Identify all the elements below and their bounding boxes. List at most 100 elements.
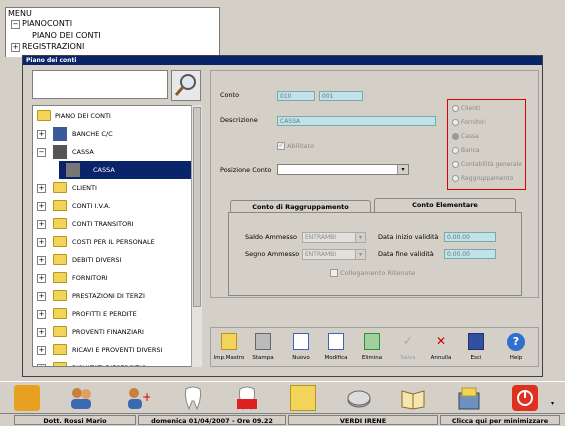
posizione-select[interactable]: ▾ xyxy=(277,164,409,175)
tab-panel: Saldo Ammesso ENTRAMBI ▾ Segno Ammesso E… xyxy=(228,212,522,296)
add-user-icon[interactable]: + xyxy=(124,385,152,411)
menu-item-registrazioni[interactable]: + REGISTRAZIONI xyxy=(11,42,84,52)
tree-item[interactable]: + COSTI PER IL PERSONALE xyxy=(33,233,193,251)
tree-item[interactable]: − CASSA xyxy=(33,143,193,161)
expand-icon[interactable]: + xyxy=(37,256,46,265)
archive-icon[interactable] xyxy=(456,385,482,411)
account-tree[interactable]: PIANO DEI CONTI + BANCHE C/C − CASSA CAS… xyxy=(32,105,202,367)
disc-icon[interactable] xyxy=(346,385,372,411)
tree-item-selected[interactable]: CASSA xyxy=(59,161,194,179)
tree-item[interactable]: + DEBITI DIVERSI xyxy=(33,251,193,269)
descrizione-label: Descrizione xyxy=(220,116,258,124)
data-fine-field[interactable]: 0.00.00 xyxy=(444,249,496,259)
tab-conto-di-raggruppamento[interactable]: Conto di Raggruppamento xyxy=(230,200,371,212)
tree-item[interactable]: + CONTI I.V.A. xyxy=(33,197,193,215)
expand-icon[interactable]: + xyxy=(37,130,46,139)
expand-icon[interactable]: + xyxy=(37,292,46,301)
overflow-arrow-icon[interactable]: ▾ xyxy=(551,400,554,407)
conto-field-2[interactable]: 001 xyxy=(319,91,363,101)
expand-icon[interactable]: + xyxy=(37,328,46,337)
chevron-down-icon[interactable]: ▾ xyxy=(355,250,365,259)
radio-contabilita-generale[interactable]: Contabilità generale xyxy=(452,161,522,168)
expand-icon[interactable]: + xyxy=(37,220,46,229)
abilitato-checkbox[interactable]: ✓ Abilitato xyxy=(277,142,314,150)
data-fine-label: Data fine validità xyxy=(378,250,434,258)
radio-fornitori[interactable]: Fornitori xyxy=(452,119,486,126)
tree-item[interactable]: + CONTI TRANSITORI xyxy=(33,215,193,233)
minimize-button[interactable]: Clicca qui per minimizzare xyxy=(440,415,560,425)
folder-icon[interactable] xyxy=(290,385,316,411)
expand-icon[interactable]: + xyxy=(37,346,46,355)
stampa-button[interactable]: Stampa xyxy=(245,330,281,366)
expand-icon[interactable]: + xyxy=(37,184,46,193)
tree-item[interactable]: + RICAVI E PROVENTI DIVERSI xyxy=(33,341,193,359)
modifica-button[interactable]: Modifica xyxy=(318,330,354,366)
menu-item-pianoconti[interactable]: − PIANOCONTI xyxy=(11,19,72,29)
annulla-button[interactable]: ✕ Annulla xyxy=(423,330,459,366)
imp-mastro-button[interactable]: Imp.Mastro xyxy=(211,330,247,366)
key-icon[interactable] xyxy=(14,385,40,411)
scrollbar-thumb[interactable] xyxy=(193,107,201,307)
posizione-label: Posizione Conto xyxy=(220,166,272,174)
chevron-down-icon[interactable]: ▾ xyxy=(355,233,365,242)
tree-item[interactable]: + FORNITORI xyxy=(33,269,193,287)
checkmark-icon: ✓ xyxy=(402,334,414,349)
status-patient: VERDI IRENE xyxy=(288,415,438,425)
tree-item[interactable]: + PROFITTI E PERDITE xyxy=(33,305,193,323)
status-date: domenica 01/04/2007 - Ore 09.22 xyxy=(138,415,286,425)
expand-icon[interactable]: + xyxy=(37,310,46,319)
tree-item[interactable]: + PROVENTI FINANZIARI xyxy=(33,323,193,341)
exit-door-icon xyxy=(468,333,484,350)
menu-item-piano-dei-conti[interactable]: PIANO DEI CONTI xyxy=(32,31,101,40)
tree-item[interactable]: + CLIENTI xyxy=(33,179,193,197)
expand-icon[interactable]: + xyxy=(37,364,46,366)
help-button[interactable]: ? Help xyxy=(498,330,534,366)
radio-raggruppamento[interactable]: Raggruppamento xyxy=(452,175,513,182)
help-icon: ? xyxy=(507,333,525,351)
search-button[interactable] xyxy=(171,70,201,101)
tooth-red-icon[interactable] xyxy=(234,385,260,411)
radio-clienti[interactable]: Clienti xyxy=(452,105,480,112)
elimina-button[interactable]: Elimina xyxy=(354,330,390,366)
trash-icon xyxy=(364,333,380,350)
tree-item[interactable]: + PRESTAZIONI DI TERZI xyxy=(33,287,193,305)
saldo-ammesso-select[interactable]: ENTRAMBI ▾ xyxy=(302,232,366,243)
folder-icon xyxy=(37,110,51,121)
printer-icon xyxy=(255,333,271,350)
expand-icon[interactable]: + xyxy=(11,43,20,52)
nuovo-button[interactable]: Nuovo xyxy=(283,330,319,366)
esci-button[interactable]: Esci xyxy=(458,330,494,366)
collapse-icon[interactable]: − xyxy=(37,148,46,157)
radio-cassa[interactable]: Cassa xyxy=(452,133,479,140)
checkbox-box xyxy=(330,269,338,277)
tooth-icon[interactable] xyxy=(180,385,206,411)
expand-icon[interactable]: + xyxy=(37,238,46,247)
collapse-icon[interactable]: − xyxy=(11,20,20,29)
collegamento-ritenute-checkbox[interactable]: Collegamento Ritenute xyxy=(330,269,415,277)
folder-icon xyxy=(53,290,67,301)
power-icon[interactable] xyxy=(512,385,538,411)
tab-conto-elementare[interactable]: Conto Elementare xyxy=(374,198,516,212)
expand-icon[interactable]: + xyxy=(37,274,46,283)
conto-field-1[interactable]: 010 xyxy=(277,91,315,101)
tree-item[interactable]: +RISULTATI D'ESERCIZIO xyxy=(33,359,193,366)
action-toolbar: Imp.Mastro Stampa Nuovo Modifica Elimina… xyxy=(210,327,539,367)
chevron-down-icon[interactable]: ▾ xyxy=(397,165,408,174)
users-icon[interactable] xyxy=(68,385,94,411)
folder-icon xyxy=(53,254,67,265)
radio-banca[interactable]: Banca xyxy=(452,147,480,154)
search-input[interactable] xyxy=(32,70,168,99)
descrizione-field[interactable]: CASSA xyxy=(277,116,436,126)
cash-register-icon xyxy=(66,163,80,177)
tree-item-root[interactable]: PIANO DEI CONTI xyxy=(33,107,193,125)
tree-item[interactable]: + BANCHE C/C xyxy=(33,125,193,143)
menu-title: MENU xyxy=(8,9,32,18)
segno-ammesso-select[interactable]: ENTRAMBI ▾ xyxy=(302,249,366,260)
salva-button[interactable]: ✓ Salva xyxy=(390,330,426,366)
tree-scrollbar[interactable] xyxy=(191,105,202,367)
folder-icon xyxy=(221,333,237,350)
account-type-radio-group: Clienti Fornitori Cassa Banca Contabilit… xyxy=(447,99,526,190)
expand-icon[interactable]: + xyxy=(37,202,46,211)
data-inizio-field[interactable]: 0.00.00 xyxy=(444,232,496,242)
book-icon[interactable] xyxy=(400,385,426,411)
